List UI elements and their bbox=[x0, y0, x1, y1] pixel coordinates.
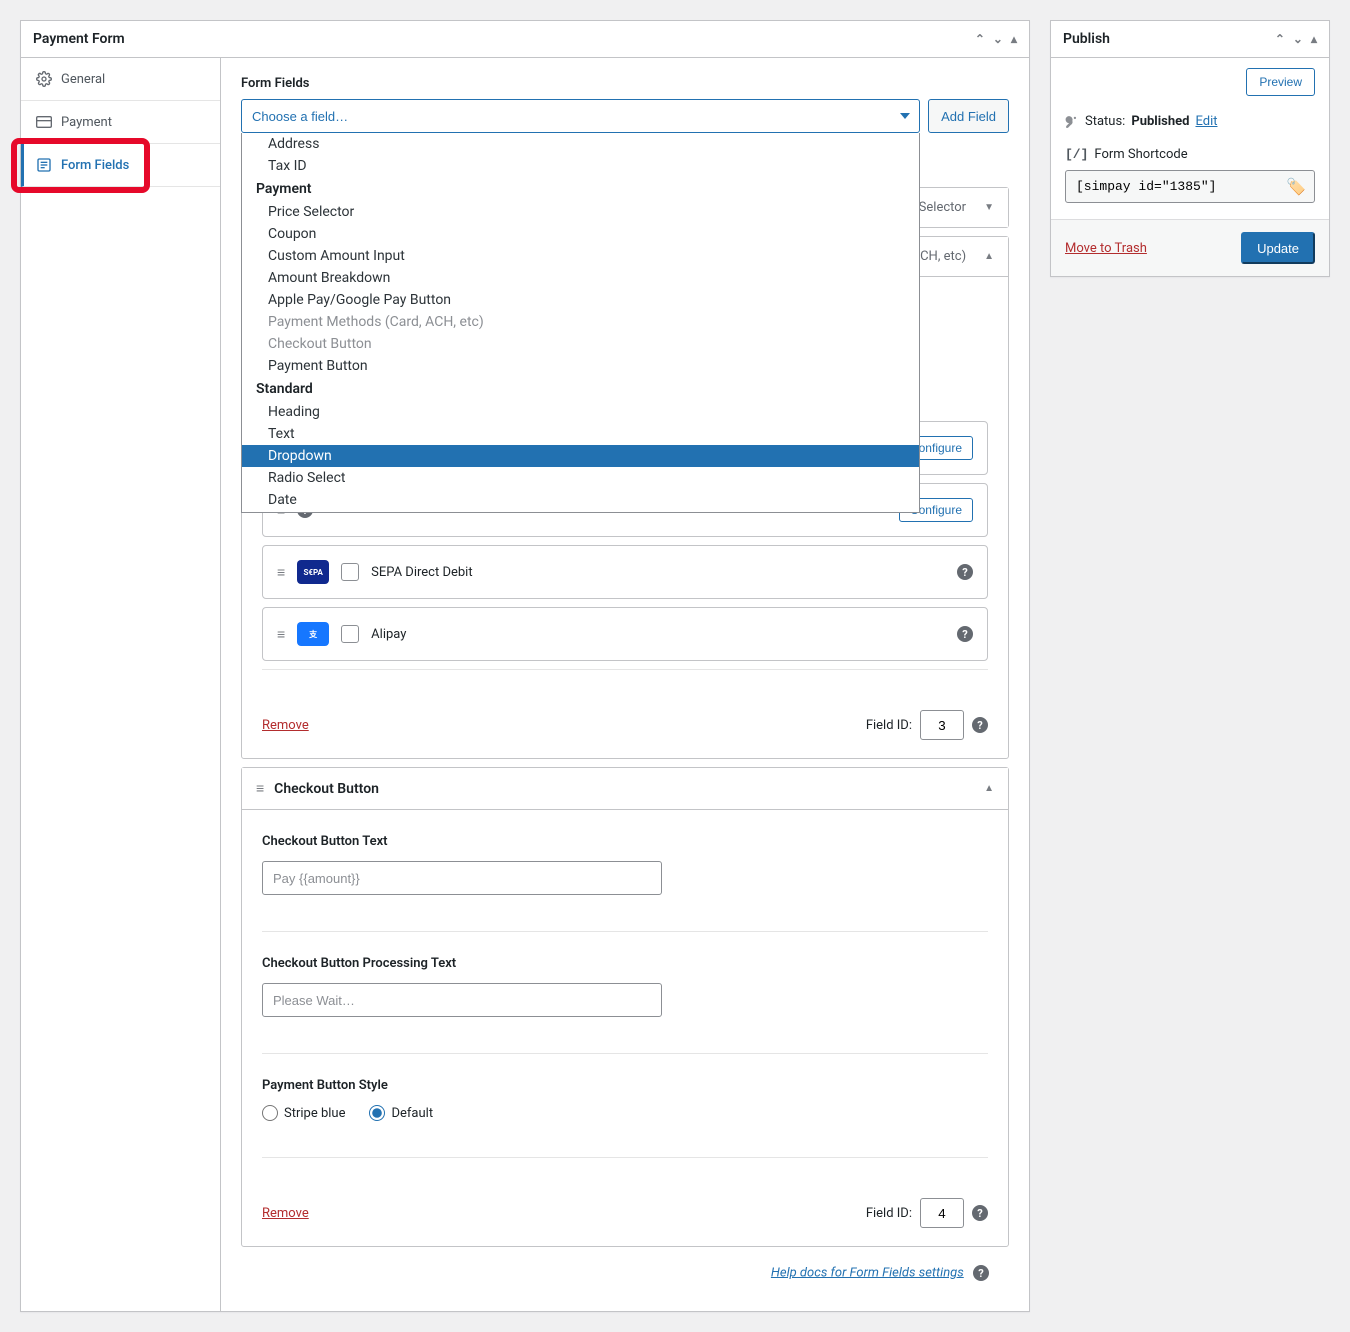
sidebar-item-label: Form Fields bbox=[61, 158, 129, 173]
sidebar-item-form-fields[interactable]: Form Fields bbox=[21, 144, 220, 187]
chevron-down-icon[interactable]: ⌄ bbox=[1293, 32, 1303, 46]
move-to-trash-link[interactable]: Move to Trash bbox=[1065, 241, 1147, 256]
edit-status-link[interactable]: Edit bbox=[1195, 114, 1217, 129]
remove-link[interactable]: Remove bbox=[262, 718, 309, 733]
field-id-label: Field ID: bbox=[866, 718, 912, 733]
help-icon[interactable]: ? bbox=[972, 717, 988, 733]
drag-icon[interactable]: ≡ bbox=[256, 780, 264, 797]
dropdown-option[interactable]: Tax ID bbox=[242, 155, 919, 177]
field-id-label: Field ID: bbox=[866, 1206, 912, 1221]
help-icon[interactable]: ? bbox=[957, 564, 973, 580]
checkout-text-input[interactable] bbox=[262, 861, 662, 895]
update-button[interactable]: Update bbox=[1241, 232, 1315, 264]
help-icon[interactable]: ? bbox=[972, 1205, 988, 1221]
sidebar-item-general[interactable]: General bbox=[21, 58, 220, 101]
style-default-option[interactable]: Default bbox=[369, 1105, 433, 1121]
dropdown-option[interactable]: Date bbox=[242, 489, 919, 511]
dropdown-option[interactable]: Address bbox=[242, 133, 919, 155]
help-icon[interactable]: ? bbox=[957, 626, 973, 642]
sidebar-item-label: Payment bbox=[61, 115, 112, 130]
help-docs-link[interactable]: Help docs for Form Fields settings bbox=[771, 1265, 964, 1280]
help-icon[interactable]: ? bbox=[973, 1265, 989, 1281]
preview-button[interactable]: Preview bbox=[1246, 68, 1315, 96]
payment-checkbox[interactable] bbox=[341, 625, 359, 643]
shortcode-input[interactable] bbox=[1066, 171, 1278, 202]
chevron-down-icon[interactable]: ⌄ bbox=[993, 32, 1003, 46]
dropdown-option[interactable]: Checkout Button bbox=[242, 333, 919, 355]
payment-logo: 支 bbox=[297, 622, 329, 646]
panel-title: Payment Form bbox=[33, 31, 125, 47]
dropdown-option[interactable]: Dropdown bbox=[242, 445, 919, 467]
dropdown-option: Payment bbox=[242, 177, 919, 201]
collapse-icon[interactable]: ▴ bbox=[1311, 32, 1317, 46]
chevron-up-icon[interactable]: ▲ bbox=[984, 251, 994, 262]
dropdown-option[interactable]: Payment Methods (Card, ACH, etc) bbox=[242, 311, 919, 333]
remove-link[interactable]: Remove bbox=[262, 1206, 309, 1221]
add-field-button[interactable]: Add Field bbox=[928, 99, 1009, 133]
sidebar-item-label: General bbox=[61, 72, 105, 87]
drag-icon[interactable]: ≡ bbox=[277, 626, 285, 643]
copy-icon[interactable]: 🏷️ bbox=[1278, 171, 1314, 202]
style-stripe-option[interactable]: Stripe blue bbox=[262, 1105, 345, 1121]
dropdown-option[interactable]: Payment Button bbox=[242, 355, 919, 377]
card-icon bbox=[35, 113, 53, 131]
key-icon bbox=[1065, 115, 1079, 129]
payment-method-name: SEPA Direct Debit bbox=[371, 565, 472, 580]
chevron-down-icon[interactable]: ▼ bbox=[984, 202, 994, 213]
gear-icon bbox=[35, 70, 53, 88]
payment-checkbox[interactable] bbox=[341, 563, 359, 581]
shortcode-icon: [/] bbox=[1065, 147, 1088, 162]
field-dropdown-panel[interactable]: AddressTax IDPaymentPrice SelectorCoupon… bbox=[241, 133, 920, 513]
dropdown-option[interactable]: Custom Amount Input bbox=[242, 245, 919, 267]
dropdown-option[interactable]: Apple Pay/Google Pay Button bbox=[242, 289, 919, 311]
payment-method-name: Alipay bbox=[371, 627, 406, 642]
payment-method-row: ≡ 支 Alipay ? bbox=[262, 607, 988, 661]
payment-method-row: ≡ S€PA SEPA Direct Debit ? bbox=[262, 545, 988, 599]
checkout-processing-label: Checkout Button Processing Text bbox=[262, 956, 988, 971]
checkout-processing-input[interactable] bbox=[262, 983, 662, 1017]
publish-title: Publish bbox=[1063, 31, 1110, 47]
collapse-icon[interactable]: ▴ bbox=[1011, 32, 1017, 46]
dropdown-option[interactable]: Radio Select bbox=[242, 467, 919, 489]
drag-icon[interactable]: ≡ bbox=[277, 564, 285, 581]
sidebar-item-payment[interactable]: Payment bbox=[21, 101, 220, 144]
dropdown-option[interactable]: Coupon bbox=[242, 223, 919, 245]
payment-logo: S€PA bbox=[297, 560, 329, 584]
choose-field-select[interactable]: Choose a field… bbox=[241, 99, 920, 133]
chevron-up-icon[interactable]: ⌃ bbox=[1275, 32, 1285, 46]
field-id-input[interactable] bbox=[920, 1198, 964, 1228]
chevron-up-icon[interactable]: ⌃ bbox=[975, 32, 985, 46]
payment-button-style-label: Payment Button Style bbox=[262, 1078, 988, 1093]
chevron-up-icon[interactable]: ▲ bbox=[984, 783, 994, 794]
dropdown-option[interactable]: Price Selector bbox=[242, 201, 919, 223]
field-id-input[interactable] bbox=[920, 710, 964, 740]
dropdown-option[interactable]: Text bbox=[242, 423, 919, 445]
dropdown-option[interactable]: Amount Breakdown bbox=[242, 267, 919, 289]
checkout-button-row: ≡ Checkout Button ▲ Checkout Button Text bbox=[241, 767, 1009, 1247]
form-fields-heading: Form Fields bbox=[241, 76, 1009, 91]
dropdown-option: Standard bbox=[242, 377, 919, 401]
dropdown-option[interactable]: Heading bbox=[242, 401, 919, 423]
checkout-text-label: Checkout Button Text bbox=[262, 834, 988, 849]
sidebar: General Payment Form Fields bbox=[21, 58, 221, 1311]
dropdown-option[interactable]: Number bbox=[242, 511, 919, 513]
form-icon bbox=[35, 156, 53, 174]
